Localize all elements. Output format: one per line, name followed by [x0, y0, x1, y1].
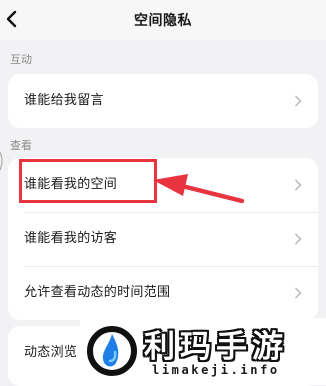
chevron-right-icon	[295, 95, 302, 107]
top-bar: 空间隐私	[0, 0, 326, 40]
chevron-right-icon	[295, 179, 302, 191]
section-label-interaction: 互动	[10, 53, 32, 66]
row-label: 动态浏览	[24, 345, 78, 360]
edge-bracket-icon	[0, 151, 3, 171]
page-title: 空间隐私	[134, 13, 192, 29]
row-post-visibility-range[interactable]: 允许查看动态的时间范围	[8, 266, 318, 320]
highlight-box	[19, 159, 157, 203]
row-who-can-view-visitors[interactable]: 谁能看我的访客	[8, 212, 318, 266]
watermark-url: limakeji.info	[152, 363, 280, 377]
chevron-right-icon	[295, 233, 302, 245]
row-label: 允许查看动态的时间范围	[24, 285, 171, 300]
red-arrow-annotation	[153, 174, 244, 204]
chevron-right-icon	[295, 287, 302, 299]
watermark: 利玛手游 limakeji.info	[80, 318, 326, 385]
row-label: 谁能给我留言	[24, 93, 104, 108]
watermark-brand: 利玛手游	[144, 329, 288, 365]
row-who-can-message[interactable]: 谁能给我留言	[8, 74, 318, 128]
row-label: 谁能看我的访客	[24, 231, 118, 246]
section-label-view: 查看	[10, 139, 32, 152]
card-interaction: 谁能给我留言	[8, 74, 318, 128]
crescent-drop-logo-icon	[87, 326, 137, 376]
